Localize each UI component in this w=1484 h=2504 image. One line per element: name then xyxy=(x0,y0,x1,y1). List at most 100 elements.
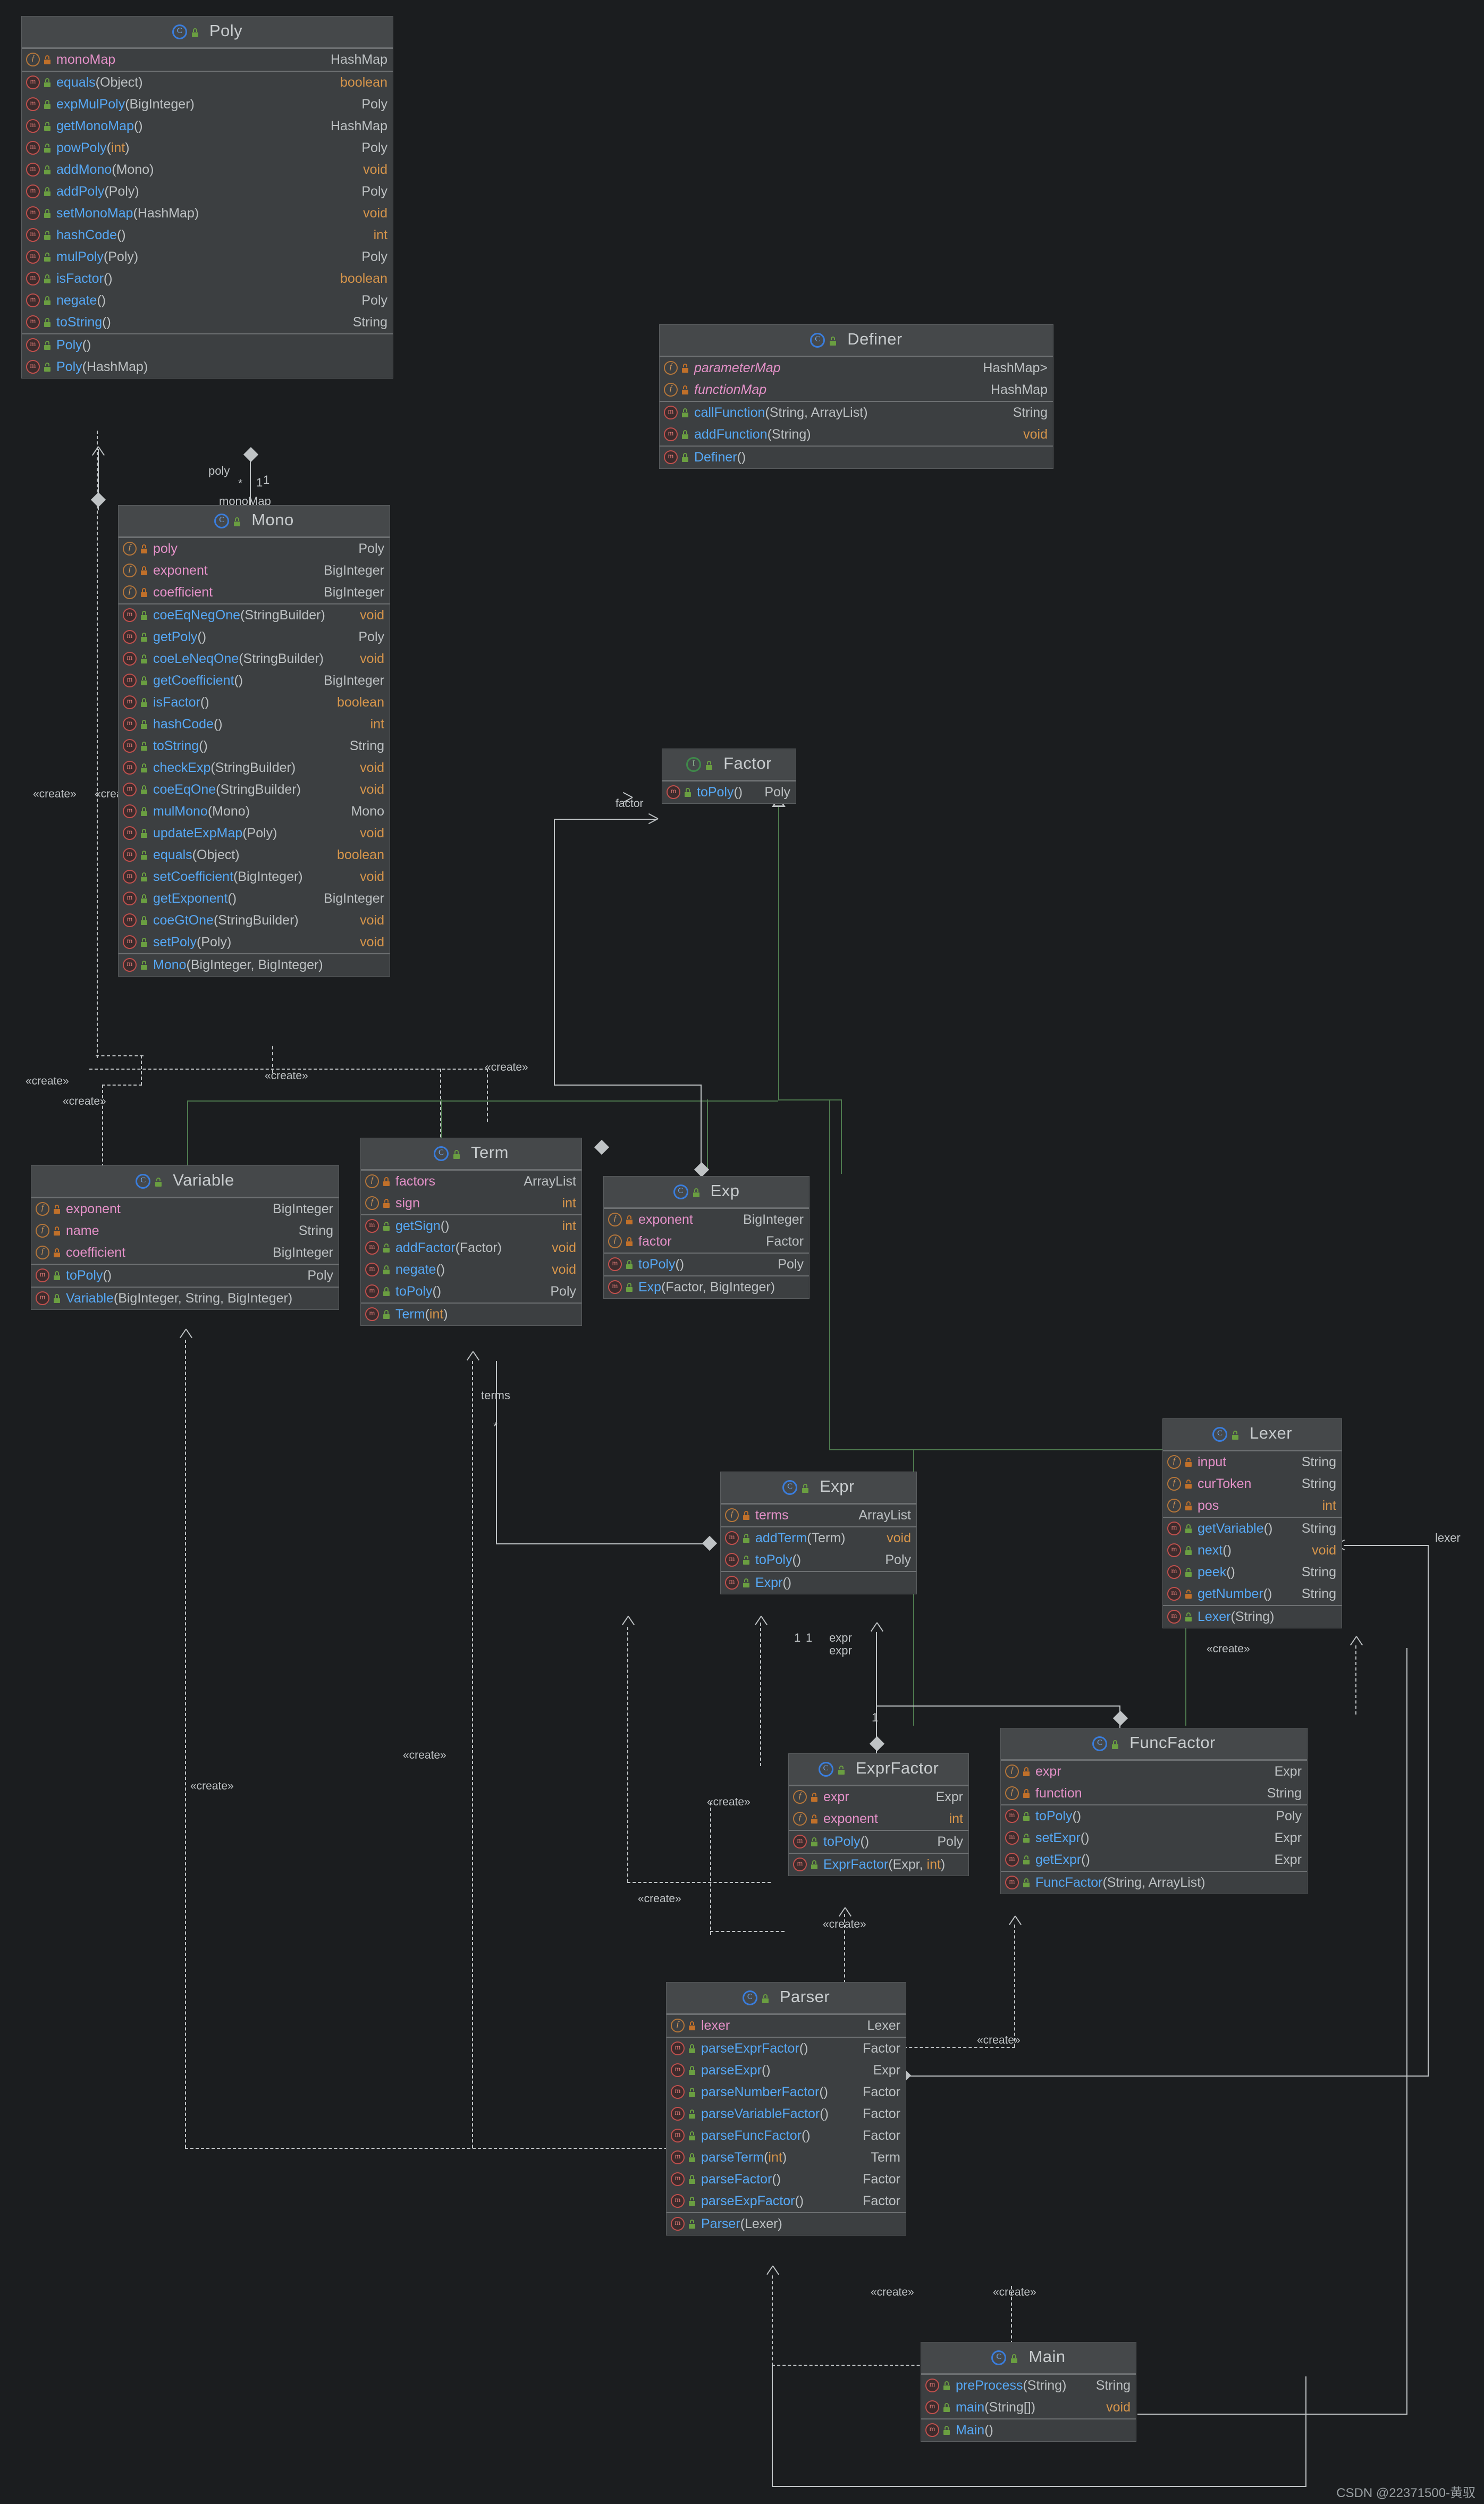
class-box-factor[interactable]: I Factor m toPoly() Poly xyxy=(662,749,796,804)
class-box-poly[interactable]: C Poly f monoMap HashMap m equals(Object) boole… xyxy=(21,16,393,379)
method-row[interactable]: m equals(Object) boolean xyxy=(119,844,390,866)
field-row[interactable]: f name String xyxy=(31,1220,339,1242)
class-box-lexer[interactable]: C Lexer f input String f curToken String f pos int… xyxy=(1162,1418,1342,1628)
constructor-row[interactable]: m Mono(BigInteger, BigInteger) xyxy=(119,954,390,976)
field-row[interactable]: f exponent BigInteger xyxy=(604,1209,809,1231)
field-row[interactable]: f function String xyxy=(1001,1783,1307,1804)
method-row[interactable]: m setExpr() Expr xyxy=(1001,1827,1307,1849)
method-row[interactable]: m getPoly() Poly xyxy=(119,626,390,648)
method-row[interactable]: m hashCode() int xyxy=(22,224,393,246)
method-row[interactable]: m addFactor(Factor) void xyxy=(361,1237,581,1259)
constructor-row[interactable]: m Poly(HashMap) xyxy=(22,356,393,378)
method-row[interactable]: m addFunction(String) void xyxy=(660,424,1053,446)
class-box-exp[interactable]: C Exp f exponent BigInteger f factor Factor m toP… xyxy=(603,1176,810,1299)
method-row[interactable]: m negate() Poly xyxy=(22,290,393,312)
constructor-row[interactable]: m Exp(Factor, BigInteger) xyxy=(604,1276,809,1298)
field-row[interactable]: f factor Factor xyxy=(604,1231,809,1253)
method-row[interactable]: m isFactor() boolean xyxy=(22,268,393,290)
method-row[interactable]: m mulMono(Mono) Mono xyxy=(119,801,390,822)
field-row[interactable]: f parameterMap HashMap> xyxy=(660,357,1053,379)
method-row[interactable]: m addMono(Mono) void xyxy=(22,159,393,181)
method-row[interactable]: m getMonoMap() HashMap xyxy=(22,115,393,137)
field-row[interactable]: f coefficient BigInteger xyxy=(119,582,390,603)
method-row[interactable]: m toPoly() Poly xyxy=(1001,1805,1307,1827)
class-box-variable[interactable]: C Variable f exponent BigInteger f name String f… xyxy=(31,1165,339,1310)
method-row[interactable]: m setPoly(Poly) void xyxy=(119,931,390,953)
method-row[interactable]: m parseTerm(int) Term xyxy=(667,2147,906,2169)
method-row[interactable]: m getSign() int xyxy=(361,1215,581,1237)
field-row[interactable]: f terms ArrayList xyxy=(721,1505,916,1526)
method-row[interactable]: m parseExprFactor() Factor xyxy=(667,2038,906,2060)
method-row[interactable]: m getExpr() Expr xyxy=(1001,1849,1307,1871)
constructor-row[interactable]: m Poly() xyxy=(22,334,393,356)
field-row[interactable]: f factors ArrayList xyxy=(361,1171,581,1192)
method-row[interactable]: m addTerm(Term) void xyxy=(721,1527,916,1549)
method-row[interactable]: m parseFactor() Factor xyxy=(667,2169,906,2190)
method-row[interactable]: m addPoly(Poly) Poly xyxy=(22,181,393,203)
method-row[interactable]: m expMulPoly(BigInteger) Poly xyxy=(22,94,393,115)
class-box-mono[interactable]: C Mono f poly Poly f exponent BigInteger f coeffi… xyxy=(118,505,390,977)
field-row[interactable]: f functionMap HashMap xyxy=(660,379,1053,401)
field-row[interactable]: f poly Poly xyxy=(119,538,390,560)
method-row[interactable]: m parseExpr() Expr xyxy=(667,2060,906,2081)
field-row[interactable]: f lexer Lexer xyxy=(667,2015,906,2037)
method-row[interactable]: m coeLeNeqOne(StringBuilder) void xyxy=(119,648,390,670)
field-row[interactable]: f exponent BigInteger xyxy=(119,560,390,582)
method-row[interactable]: m negate() void xyxy=(361,1259,581,1281)
field-row[interactable]: f sign int xyxy=(361,1192,581,1214)
class-box-parser[interactable]: C Parser f lexer Lexer m parseExprFactor() Fact… xyxy=(666,1982,906,2236)
method-row[interactable]: m next() void xyxy=(1163,1540,1342,1561)
field-row[interactable]: f expr Expr xyxy=(1001,1761,1307,1783)
method-row[interactable]: m toString() String xyxy=(22,312,393,333)
method-row[interactable]: m updateExpMap(Poly) void xyxy=(119,822,390,844)
method-row[interactable]: m parseExpFactor() Factor xyxy=(667,2190,906,2212)
class-box-funcfactor[interactable]: C FuncFactor f expr Expr f function String m toPo… xyxy=(1000,1728,1308,1894)
method-row[interactable]: m parseNumberFactor() Factor xyxy=(667,2081,906,2103)
method-row[interactable]: m hashCode() int xyxy=(119,713,390,735)
constructor-row[interactable]: m Parser(Lexer) xyxy=(667,2213,906,2235)
class-box-expr[interactable]: C Expr f terms ArrayList m addTerm(Term) void m t… xyxy=(720,1472,917,1594)
class-box-definer[interactable]: C Definer f parameterMap HashMap> f functionMa… xyxy=(659,324,1053,469)
constructor-row[interactable]: m ExprFactor(Expr, int) xyxy=(789,1854,968,1876)
class-box-exprfactor[interactable]: C ExprFactor f expr Expr f exponent int m toPoly(… xyxy=(788,1753,969,1876)
method-row[interactable]: m powPoly(int) Poly xyxy=(22,137,393,159)
method-row[interactable]: m getCoefficient() BigInteger xyxy=(119,670,390,692)
field-row[interactable]: f input String xyxy=(1163,1451,1342,1473)
method-row[interactable]: m coeEqOne(StringBuilder) void xyxy=(119,779,390,801)
method-row[interactable]: m toPoly() Poly xyxy=(662,782,796,803)
method-row[interactable]: m coeEqNegOne(StringBuilder) void xyxy=(119,604,390,626)
class-box-main[interactable]: C Main m preProcess(String) String m main(Stri… xyxy=(921,2342,1136,2442)
class-box-term[interactable]: C Term f factors ArrayList f sign int m getSign()… xyxy=(360,1138,582,1326)
method-row[interactable]: m getVariable() String xyxy=(1163,1518,1342,1540)
method-row[interactable]: m toPoly() Poly xyxy=(721,1549,916,1571)
field-row[interactable]: f exponent BigInteger xyxy=(31,1198,339,1220)
method-row[interactable]: m setMonoMap(HashMap) void xyxy=(22,203,393,224)
method-row[interactable]: m preProcess(String) String xyxy=(921,2375,1136,2397)
field-row[interactable]: f coefficient BigInteger xyxy=(31,1242,339,1264)
method-row[interactable]: m mulPoly(Poly) Poly xyxy=(22,246,393,268)
method-row[interactable]: m main(String[]) void xyxy=(921,2397,1136,2418)
method-row[interactable]: m toPoly() Poly xyxy=(31,1265,339,1287)
method-row[interactable]: m coeGtOne(StringBuilder) void xyxy=(119,910,390,931)
method-row[interactable]: m setCoefficient(BigInteger) void xyxy=(119,866,390,888)
method-row[interactable]: m parseFuncFactor() Factor xyxy=(667,2125,906,2147)
field-row[interactable]: f exponent int xyxy=(789,1808,968,1830)
method-row[interactable]: m isFactor() boolean xyxy=(119,692,390,713)
method-row[interactable]: m toPoly() Poly xyxy=(604,1254,809,1275)
constructor-row[interactable]: m Lexer(String) xyxy=(1163,1606,1342,1628)
method-row[interactable]: m toString() String xyxy=(119,735,390,757)
method-row[interactable]: m parseVariableFactor() Factor xyxy=(667,2103,906,2125)
method-row[interactable]: m toPoly() Poly xyxy=(361,1281,581,1303)
constructor-row[interactable]: m Expr() xyxy=(721,1572,916,1594)
method-row[interactable]: m equals(Object) boolean xyxy=(22,72,393,94)
constructor-row[interactable]: m Main() xyxy=(921,2419,1136,2441)
method-row[interactable]: m callFunction(String, ArrayList) String xyxy=(660,402,1053,424)
field-row[interactable]: f pos int xyxy=(1163,1495,1342,1517)
field-row[interactable]: f monoMap HashMap xyxy=(22,49,393,71)
constructor-row[interactable]: m FuncFactor(String, ArrayList) xyxy=(1001,1872,1307,1894)
method-row[interactable]: m toPoly() Poly xyxy=(789,1831,968,1853)
method-row[interactable]: m checkExp(StringBuilder) void xyxy=(119,757,390,779)
constructor-row[interactable]: m Variable(BigInteger, String, BigInteger… xyxy=(31,1288,339,1309)
field-row[interactable]: f expr Expr xyxy=(789,1786,968,1808)
method-row[interactable]: m getNumber() String xyxy=(1163,1583,1342,1605)
